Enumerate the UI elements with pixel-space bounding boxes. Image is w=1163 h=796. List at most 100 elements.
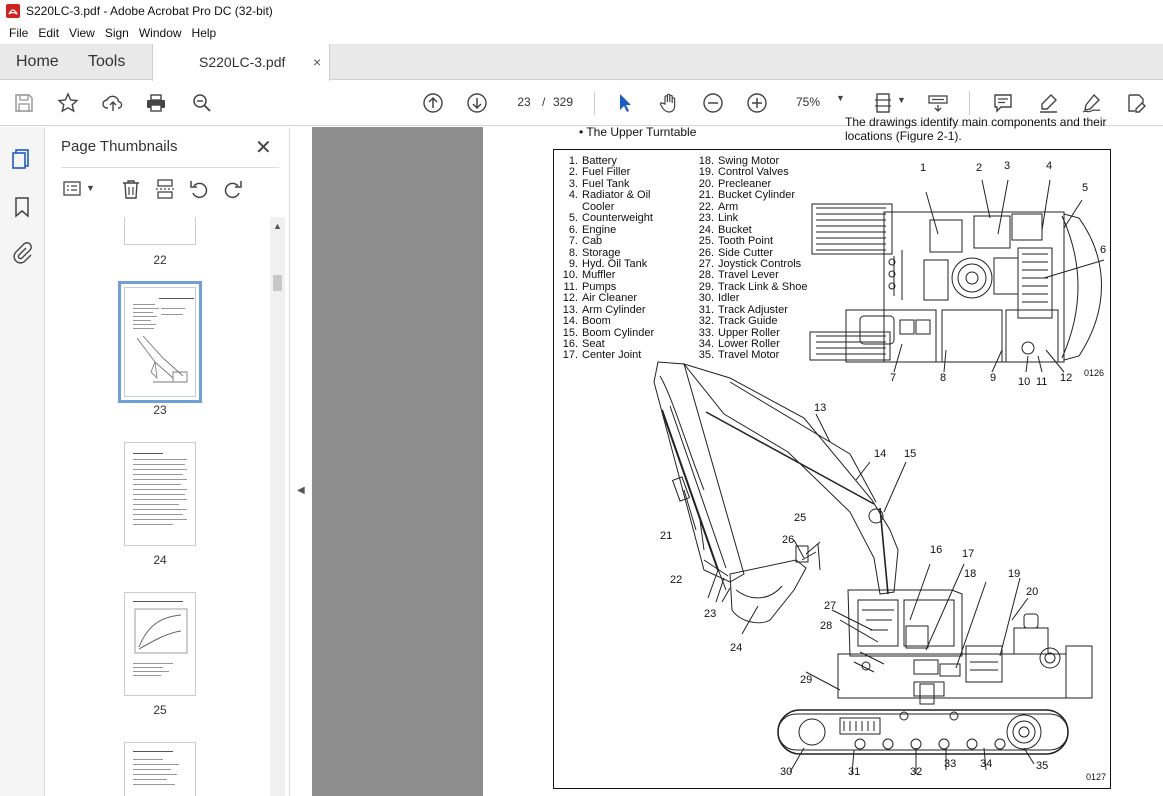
chevron-down-icon: ▼ (836, 93, 845, 103)
panel-close-icon[interactable]: ✕ (255, 135, 272, 160)
callout-23: 23 (704, 608, 717, 620)
page-number-input[interactable] (510, 91, 538, 113)
panel-splitter[interactable]: ◀ (290, 127, 312, 796)
tab-close-icon[interactable]: × (313, 44, 321, 80)
excavator-drawing (653, 179, 1105, 775)
menu-sign[interactable]: Sign (100, 26, 134, 40)
callout-18: 18 (964, 568, 977, 580)
save-icon[interactable] (12, 91, 36, 115)
page-separator: / (542, 95, 546, 109)
page-thumbnails-icon[interactable] (10, 147, 34, 171)
menu-file[interactable]: File (4, 26, 33, 40)
print-icon[interactable] (144, 91, 168, 115)
page-intro-line-2: locations (Figure 2-1). (845, 129, 962, 143)
highlight-pen-icon[interactable] (1036, 91, 1060, 115)
callout-4: 4 (1046, 160, 1053, 172)
thumbnail-page-25[interactable] (124, 592, 196, 696)
menu-window[interactable]: Window (134, 26, 187, 40)
attachment-icon[interactable] (10, 241, 34, 265)
scrollbar-thumb[interactable] (273, 275, 282, 291)
page-bullet-text: • The Upper Turntable (579, 125, 697, 139)
callout-22: 22 (670, 574, 683, 586)
window-title: S220LC-3.pdf - Adobe Acrobat Pro DC (32-… (26, 4, 273, 18)
upload-cloud-icon[interactable] (101, 91, 125, 115)
tab-home[interactable]: Home (16, 44, 59, 80)
thumbnail-label: 24 (153, 553, 167, 567)
tab-document[interactable]: S220LC-3.pdf × (152, 44, 330, 81)
callout-28: 28 (820, 620, 833, 632)
collapse-panel-icon[interactable]: ◀ (297, 485, 305, 496)
callout-21: 21 (660, 530, 673, 542)
thumbnail-scrollbar[interactable]: ▲ (270, 217, 285, 796)
page-intro-text: The drawings identify main components an… (845, 115, 1145, 143)
page-fit-icon[interactable] (872, 91, 896, 115)
comment-icon[interactable] (991, 91, 1015, 115)
scroll-up-icon[interactable]: ▲ (273, 221, 282, 231)
keyboard-tools-icon[interactable] (926, 91, 950, 115)
insert-page-icon[interactable] (153, 177, 177, 201)
side-view-drawing (653, 361, 1093, 775)
zoom-out-icon[interactable] (701, 91, 725, 115)
panel-title: Page Thumbnails (61, 138, 178, 155)
previous-page-icon[interactable] (421, 91, 445, 115)
top-view-drawing (809, 179, 1105, 373)
document-view[interactable]: • The Upper Turntable The drawings ident… (312, 115, 1163, 796)
edit-pdf-icon[interactable] (1124, 91, 1148, 115)
menu-view[interactable]: View (64, 26, 100, 40)
callout-9: 9 (990, 372, 997, 384)
thumbnail-list: 22 23 24 25 (45, 217, 270, 796)
pdf-page: • The Upper Turntable The drawings ident… (483, 115, 1163, 796)
callout-24: 24 (730, 642, 743, 654)
delete-page-icon[interactable] (119, 177, 143, 201)
options-chevron-icon[interactable]: ▼ (86, 183, 95, 193)
menu-bar: File Edit View Sign Window Help (0, 22, 1163, 44)
zoom-level-dropdown[interactable]: 75% ▼ (790, 91, 850, 113)
acrobat-window: S220LC-3.pdf - Adobe Acrobat Pro DC (32-… (0, 0, 1163, 796)
bookmark-icon[interactable] (10, 195, 34, 219)
thumbnail-label: 25 (153, 703, 167, 717)
title-bar: S220LC-3.pdf - Adobe Acrobat Pro DC (32-… (0, 0, 1163, 22)
callout-15: 15 (904, 448, 917, 460)
panel-divider (61, 167, 279, 168)
callout-26: 26 (782, 534, 795, 546)
zoom-search-icon[interactable] (190, 91, 214, 115)
thumbnail-page-26[interactable] (124, 742, 196, 796)
next-page-icon[interactable] (465, 91, 489, 115)
callout-20: 20 (1026, 586, 1039, 598)
star-icon[interactable] (56, 91, 80, 115)
menu-edit[interactable]: Edit (33, 26, 64, 40)
rotate-counterclockwise-icon[interactable] (187, 177, 211, 201)
zoom-in-icon[interactable] (745, 91, 769, 115)
callout-19: 19 (1008, 568, 1021, 580)
menu-help[interactable]: Help (187, 26, 222, 40)
callout-35: 35 (1036, 760, 1049, 772)
callout-33: 33 (944, 758, 957, 770)
page-count: 329 (553, 95, 574, 109)
callout-25: 25 (794, 512, 807, 524)
select-cursor-icon[interactable] (613, 91, 637, 115)
callout-17: 17 (962, 548, 975, 560)
callout-1: 1 (920, 162, 927, 174)
thumbnail-label: 22 (153, 253, 167, 267)
zoom-level-value: 75% (796, 95, 821, 109)
callout-5: 5 (1082, 182, 1089, 194)
thumbnail-options-icon[interactable] (61, 177, 85, 201)
callout-32: 32 (910, 766, 923, 778)
callout-34: 34 (980, 758, 993, 770)
thumbnail-page-22[interactable] (124, 217, 196, 245)
callout-13: 13 (814, 402, 827, 414)
thumbnail-page-23[interactable] (118, 281, 202, 403)
callout-8: 8 (940, 372, 947, 384)
thumbnail-label: 23 (153, 403, 167, 417)
hand-tool-icon[interactable] (657, 91, 681, 115)
callout-3: 3 (1004, 160, 1011, 172)
callout-11: 11 (1036, 376, 1048, 388)
rotate-clockwise-icon[interactable] (221, 177, 245, 201)
thumbnail-page-24[interactable] (124, 442, 196, 546)
callout-27: 27 (824, 600, 837, 612)
tab-tools[interactable]: Tools (88, 44, 125, 80)
page-fit-chevron-icon[interactable]: ▼ (897, 95, 906, 105)
callout-12: 12 (1060, 372, 1073, 384)
figure-2-1: 1. Battery 2. Fuel Filler 3. Fuel Tank 4. Radia… (553, 149, 1111, 789)
draw-sign-icon[interactable] (1080, 91, 1104, 115)
